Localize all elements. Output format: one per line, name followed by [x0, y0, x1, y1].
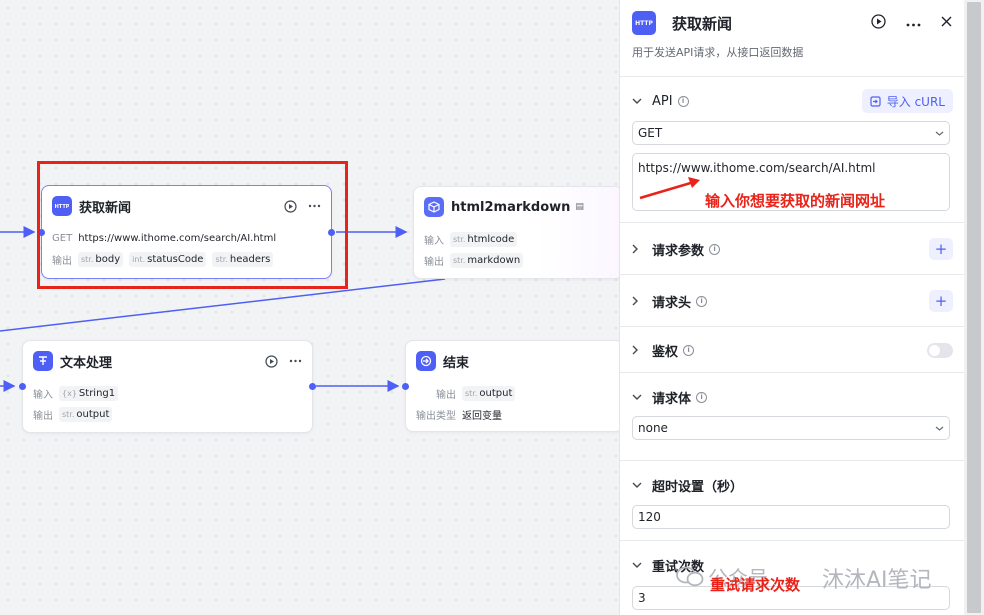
watermark-right: 沐沐AI笔记 — [822, 568, 932, 593]
end-icon — [416, 351, 436, 371]
panel-scrollbar[interactable] — [964, 0, 984, 615]
section-auth: 鉴权 i — [620, 326, 964, 372]
body-type-select[interactable]: none — [632, 416, 950, 440]
timeout-input[interactable]: 120 — [632, 505, 950, 529]
plugin-icon: ▤ — [575, 202, 584, 212]
output-label: 输出 — [33, 411, 53, 422]
output-type-label: 输出类型 — [416, 411, 456, 422]
section-title: 请求参数 — [652, 243, 705, 259]
info-icon[interactable]: i — [696, 391, 708, 403]
text-icon — [33, 351, 53, 371]
node-title: 文本处理 — [60, 355, 113, 371]
chevron-down-icon — [935, 426, 944, 431]
url-annotation: 输入你想要获取的新闻网址 — [705, 192, 886, 210]
output-label: 输出 — [424, 257, 444, 268]
method-select[interactable]: GET — [632, 121, 950, 145]
section-params: 请求参数 i + — [620, 222, 964, 274]
output-type-value: 返回变量 — [462, 411, 502, 422]
node-html2markdown[interactable]: html2markdown ▤ 输入 str. htmlcode 输出 str. m… — [413, 186, 623, 279]
scrollbar-thumb[interactable] — [967, 2, 981, 613]
section-title: 请求体 — [652, 391, 692, 407]
chevron-down-icon — [935, 131, 944, 136]
section-headers: 请求头 i + — [620, 274, 964, 326]
info-icon[interactable]: i — [696, 295, 708, 307]
play-icon[interactable] — [264, 354, 278, 368]
highlight-box — [37, 161, 348, 289]
input-port[interactable] — [402, 383, 409, 390]
http-icon: HTTP — [632, 11, 656, 35]
chevron-icon[interactable] — [632, 394, 644, 400]
node-end[interactable]: 结束 输出 str. output 输出类型 返回变量 — [402, 340, 623, 432]
input-tag: {x} String1 — [59, 386, 119, 401]
node-title: 结束 — [443, 355, 470, 371]
play-icon[interactable] — [871, 14, 886, 32]
cube-icon — [424, 197, 444, 217]
chevron-icon[interactable] — [632, 98, 644, 104]
more-icon[interactable] — [906, 16, 921, 30]
add-param-button[interactable]: + — [929, 238, 953, 260]
section-title: 鉴权 — [652, 344, 679, 360]
output-tag: str. markdown — [450, 253, 524, 268]
info-icon[interactable]: i — [683, 344, 695, 356]
auth-toggle[interactable] — [927, 342, 953, 358]
panel-title: 获取新闻 — [672, 14, 733, 33]
info-icon[interactable]: i — [709, 243, 721, 255]
input-tag: str. htmlcode — [450, 232, 518, 247]
close-icon[interactable] — [941, 16, 952, 30]
section-title: 请求头 — [652, 295, 692, 311]
input-label: 输入 — [33, 390, 53, 401]
import-icon — [870, 95, 881, 107]
output-tag: str. output — [59, 407, 113, 422]
svg-text:HTTP: HTTP — [635, 20, 653, 27]
annotation-arrow — [639, 177, 700, 200]
wechat-icon — [676, 566, 704, 588]
input-label: 输入 — [424, 236, 444, 247]
panel-description: 用于发送API请求，从接口返回数据 — [632, 46, 804, 59]
chevron-right-icon[interactable] — [632, 244, 644, 254]
import-curl-button[interactable]: 导入 cURL — [861, 89, 953, 113]
output-label: 输出 — [436, 390, 456, 401]
chevron-icon[interactable] — [632, 562, 644, 568]
info-icon[interactable]: i — [677, 95, 689, 107]
chevron-right-icon[interactable] — [632, 345, 644, 355]
retry-annotation: 重试请求次数 — [710, 576, 801, 594]
add-header-button[interactable]: + — [929, 290, 953, 312]
section-body: 请求体 i none — [620, 372, 964, 460]
section-title: API — [652, 93, 673, 109]
node-settings-panel: HTTP 获取新闻 用于发送API请求，从接口返回数据 API i 导入 cUR… — [619, 0, 964, 615]
chevron-icon[interactable] — [632, 482, 644, 488]
section-title: 超时设置（秒） — [652, 479, 744, 495]
node-title: html2markdown — [451, 199, 571, 215]
output-port[interactable] — [309, 383, 316, 390]
input-port[interactable] — [19, 383, 26, 390]
import-label: 导入 cURL — [886, 94, 945, 109]
workflow-edges — [0, 226, 446, 392]
node-text-processing[interactable]: 文本处理 输入 {x} String1 输出 str. output — [19, 340, 316, 433]
more-icon[interactable] — [288, 354, 302, 368]
chevron-right-icon[interactable] — [632, 296, 644, 306]
section-timeout: 超时设置（秒） 120 — [620, 460, 964, 540]
output-tag: str. output — [462, 386, 516, 401]
